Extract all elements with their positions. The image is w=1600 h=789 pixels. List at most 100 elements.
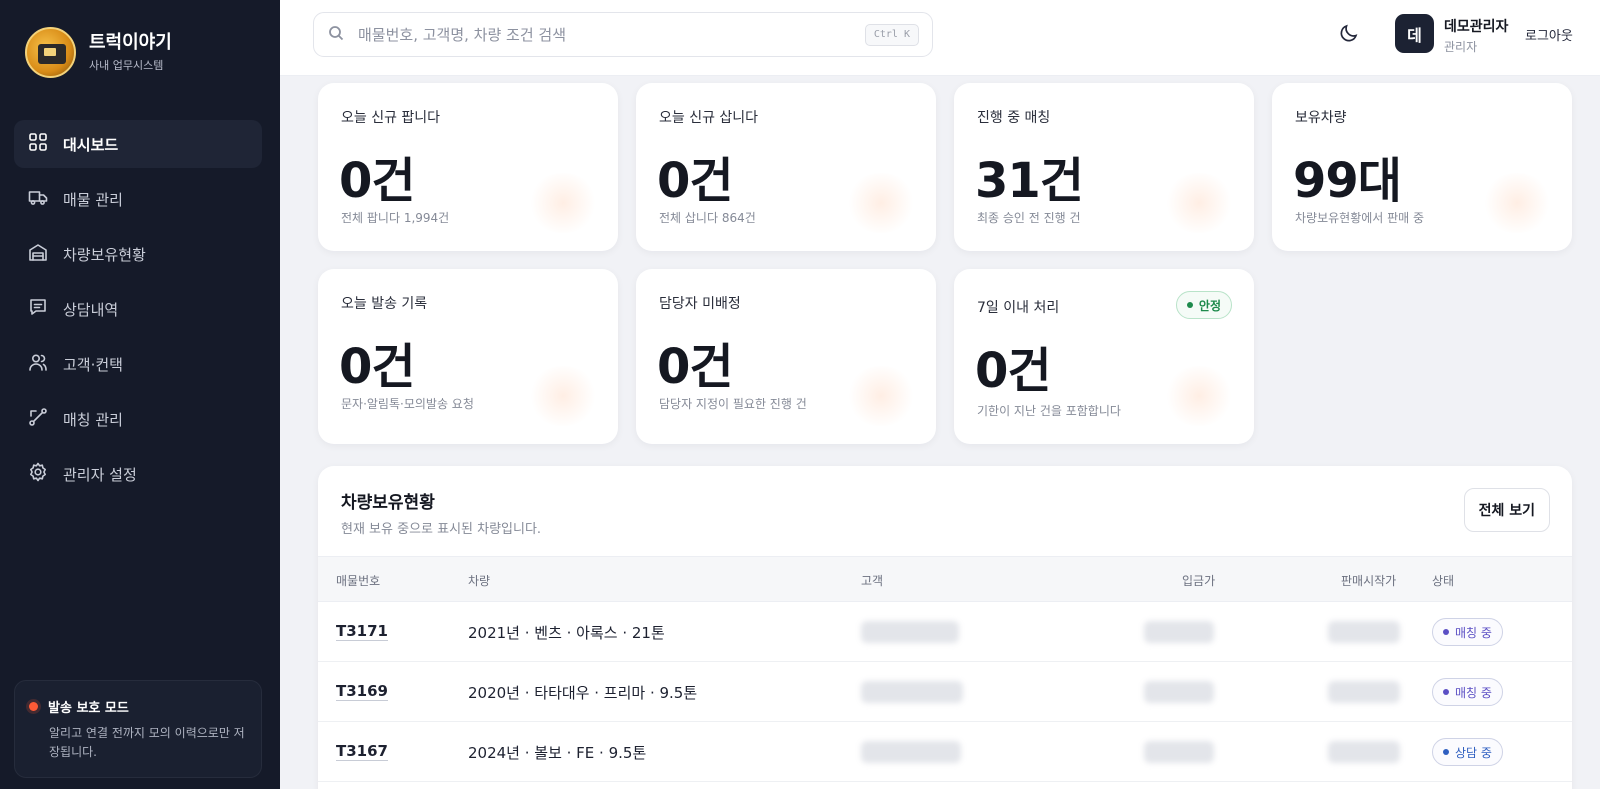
deposit-price-redacted — [1144, 621, 1214, 643]
stat-value: 31건 — [975, 153, 1084, 209]
sidebar-item-label: 상담내역 — [63, 300, 119, 319]
stat-label: 담당자 미배정 — [659, 296, 741, 312]
stat-subtext: 전체 팝니다 1,994건 — [341, 211, 450, 225]
stat-value: 0건 — [975, 343, 1052, 399]
dashboard-grid-icon — [28, 132, 48, 156]
sidebar-item-label: 관리자 설정 — [63, 465, 137, 484]
stat-card-new-buy[interactable]: 오늘 신규 삽니다 0건 전체 삽니다 864건 — [636, 83, 936, 251]
status-badge: 매칭 중 — [1432, 678, 1503, 706]
start-price-redacted — [1328, 741, 1400, 763]
topbar: Ctrl K 데 데모관리자 관리자 로그아웃 — [280, 0, 1600, 76]
sidebar-nav: 대시보드 매물 관리 차량보유현황 상담내역 고객·컨택 매칭 관리 관리자 설… — [14, 120, 262, 505]
stat-value: 0건 — [657, 339, 734, 395]
search-icon — [328, 25, 344, 45]
column-header-customer[interactable]: 고객 — [861, 572, 883, 589]
stat-value: 0건 — [339, 153, 416, 209]
avatar[interactable]: 데 — [1395, 14, 1434, 53]
customer-redacted — [861, 621, 959, 643]
protect-text: 알리고 연결 전까지 모의 이력으로만 저장됩니다. — [49, 726, 245, 759]
stat-card-unassigned[interactable]: 담당자 미배정 0건 담당자 지정이 필요한 진행 건 — [636, 269, 936, 444]
gear-icon — [28, 462, 48, 486]
view-all-button[interactable]: 전체 보기 — [1463, 488, 1550, 532]
stat-subtext: 전체 삽니다 864건 — [659, 211, 756, 225]
stat-label: 오늘 신규 팝니다 — [341, 110, 441, 126]
listing-id-link[interactable]: T3169 — [336, 682, 388, 700]
listing-id-link[interactable]: T3167 — [336, 742, 388, 760]
stat-value: 0건 — [339, 339, 416, 395]
stat-card-new-sell[interactable]: 오늘 신규 팝니다 0건 전체 팝니다 1,994건 — [318, 83, 618, 251]
brand-logo — [25, 27, 76, 78]
sidebar-item-vehicles[interactable]: 차량보유현황 — [14, 230, 262, 278]
start-price-redacted — [1328, 681, 1400, 703]
column-header-id[interactable]: 매물번호 — [336, 572, 380, 589]
table-row[interactable]: T3169 2020년 · 타타대우 · 프리마 · 9.5톤 매칭 중 — [318, 662, 1572, 722]
brand[interactable]: 트럭이야기 사내 업무시스템 — [25, 27, 172, 78]
stat-label: 오늘 발송 기록 — [341, 296, 428, 312]
table-row[interactable]: T3171 2021년 · 벤츠 · 아록스 · 21톤 매칭 중 — [318, 602, 1572, 662]
stat-subtext: 차량보유현황에서 판매 중 — [1295, 211, 1425, 225]
sidebar-item-label: 매칭 관리 — [63, 410, 123, 429]
stat-subtext: 최종 승인 전 진행 건 — [977, 211, 1081, 225]
sidebar-item-listings[interactable]: 매물 관리 — [14, 175, 262, 223]
column-header-vehicle[interactable]: 차량 — [468, 572, 490, 589]
sidebar-item-label: 고객·컨택 — [63, 355, 123, 374]
garage-icon — [28, 242, 48, 266]
stat-card-owned-vehicles[interactable]: 보유차량 99대 차량보유현황에서 판매 중 — [1272, 83, 1572, 251]
vehicle-cell: 2020년 · 타타대우 · 프리마 · 9.5톤 — [468, 684, 698, 702]
stat-label: 오늘 신규 삽니다 — [659, 110, 759, 126]
panel-subtitle: 현재 보유 중으로 표시된 차량입니다. — [341, 522, 542, 537]
user-role: 관리자 — [1444, 40, 1478, 54]
vehicle-cell: 2021년 · 벤츠 · 아록스 · 21톤 — [468, 624, 665, 642]
column-header-deposit-price[interactable]: 입금가 — [1182, 572, 1215, 589]
panel-title: 차량보유현황 — [341, 493, 435, 513]
column-header-status[interactable]: 상태 — [1432, 572, 1454, 589]
column-header-start-price[interactable]: 판매시작가 — [1341, 572, 1396, 589]
sidebar-item-settings[interactable]: 관리자 설정 — [14, 450, 262, 498]
shortcut-hint: Ctrl K — [864, 24, 919, 46]
sidebar-item-customers[interactable]: 고객·컨택 — [14, 340, 262, 388]
users-icon — [28, 352, 48, 376]
status-dot-icon — [29, 702, 38, 711]
sidebar-item-label: 차량보유현황 — [63, 245, 146, 264]
search-box[interactable]: Ctrl K — [313, 12, 933, 57]
stat-subtext: 담당자 지정이 필요한 진행 건 — [659, 397, 807, 411]
stat-subtext: 기한이 지난 건을 포함합니다 — [977, 404, 1121, 418]
route-icon — [28, 407, 48, 431]
stat-label: 7일 이내 처리 — [977, 300, 1060, 316]
deposit-price-redacted — [1144, 681, 1214, 703]
sidebar: 트럭이야기 사내 업무시스템 대시보드 매물 관리 차량보유현황 상담내역 고객… — [0, 0, 280, 789]
table-row[interactable]: T3167 2024년 · 볼보 · FE · 9.5톤 상담 중 — [318, 722, 1572, 782]
stat-label: 진행 중 매칭 — [977, 110, 1051, 126]
stat-value: 0건 — [657, 153, 734, 209]
theme-toggle-button[interactable] — [1338, 22, 1362, 46]
stat-card-sent-today[interactable]: 오늘 발송 기록 0건 문자·알림톡·모의발송 요청 — [318, 269, 618, 444]
brand-name: 트럭이야기 — [89, 32, 172, 53]
customer-redacted — [861, 741, 961, 763]
user-name: 데모관리자 — [1444, 19, 1509, 35]
table-header: 매물번호 차량 고객 입금가 판매시작가 상태 — [318, 556, 1572, 602]
vehicle-cell: 2024년 · 볼보 · FE · 9.5톤 — [468, 744, 647, 762]
vehicle-holdings-panel: 차량보유현황 현재 보유 중으로 표시된 차량입니다. 전체 보기 매물번호 차… — [318, 466, 1572, 789]
sidebar-item-consultations[interactable]: 상담내역 — [14, 285, 262, 333]
sidebar-item-dashboard[interactable]: 대시보드 — [14, 120, 262, 168]
listing-id-link[interactable]: T3171 — [336, 622, 388, 640]
moon-icon — [1338, 24, 1360, 48]
logout-button[interactable]: 로그아웃 — [1525, 25, 1573, 44]
sidebar-item-label: 대시보드 — [63, 135, 119, 154]
stat-card-due-7days[interactable]: 7일 이내 처리 안정 0건 기한이 지난 건을 포함합니다 — [954, 269, 1254, 444]
stat-label: 보유차량 — [1295, 110, 1347, 126]
truck-icon — [28, 187, 48, 211]
stat-card-matching[interactable]: 진행 중 매칭 31건 최종 승인 전 진행 건 — [954, 83, 1254, 251]
stat-value: 99대 — [1293, 153, 1402, 209]
send-protection-notice: 발송 보호 모드 알리고 연결 전까지 모의 이력으로만 저장됩니다. — [14, 680, 262, 778]
sidebar-item-label: 매물 관리 — [63, 190, 123, 209]
brand-subtitle: 사내 업무시스템 — [89, 59, 164, 72]
search-input[interactable] — [358, 25, 858, 44]
chat-icon — [28, 297, 48, 321]
status-badge: 상담 중 — [1432, 738, 1503, 766]
start-price-redacted — [1328, 621, 1400, 643]
sidebar-item-matching[interactable]: 매칭 관리 — [14, 395, 262, 443]
deposit-price-redacted — [1144, 741, 1214, 763]
stat-subtext: 문자·알림톡·모의발송 요청 — [341, 397, 474, 411]
status-badge: 안정 — [1175, 291, 1232, 319]
